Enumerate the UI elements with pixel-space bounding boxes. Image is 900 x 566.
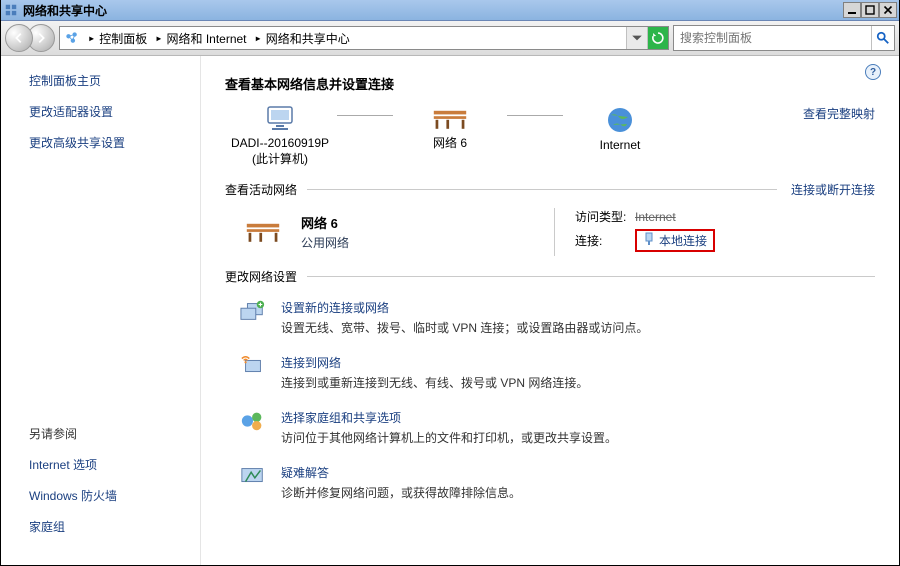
topo-computer-name: DADI--20160919P	[231, 136, 329, 150]
active-network-name: 网络 6	[301, 213, 349, 232]
search-button[interactable]	[871, 26, 894, 50]
sidebar-link-control-panel-home[interactable]: 控制面板主页	[29, 72, 200, 89]
sidebar-link-homegroup[interactable]: 家庭组	[29, 518, 200, 535]
active-network-type[interactable]: 公用网络	[301, 234, 349, 251]
setting-title[interactable]: 疑难解答	[281, 464, 521, 481]
active-network-row: 网络 6 公用网络 访问类型: Internet 连接:	[245, 208, 875, 256]
refresh-button[interactable]	[647, 27, 668, 49]
sidebar-link-advanced-sharing[interactable]: 更改高级共享设置	[29, 134, 200, 151]
topo-link-line	[507, 115, 563, 116]
back-button[interactable]	[5, 24, 33, 52]
access-type-value: Internet	[635, 210, 676, 224]
search-input[interactable]	[674, 31, 871, 45]
globe-icon	[605, 105, 635, 138]
connection-link-highlight: 本地连接	[635, 229, 715, 252]
breadcrumb-label: 网络和共享中心	[266, 30, 350, 47]
connect-network-icon	[239, 354, 267, 378]
setting-desc: 设置无线、宽带、拨号、临时或 VPN 连接；或设置路由器或访问点。	[281, 319, 648, 336]
ethernet-plug-icon	[643, 232, 655, 249]
connection-label: 连接:	[575, 232, 635, 249]
setting-item-homegroup: 选择家庭组和共享选项 访问位于其他网络计算机上的文件和打印机，或更改共享设置。	[239, 409, 875, 446]
topo-internet-name: Internet	[600, 138, 641, 152]
change-settings-section: 更改网络设置 设置新的连接或网络 设置无线、宽带、拨号、临时或 VPN 连接；或…	[225, 268, 875, 501]
topo-network-name: 网络 6	[433, 134, 467, 151]
connect-disconnect-link[interactable]: 连接或断开连接	[791, 181, 875, 198]
breadcrumb-label: 控制面板	[99, 30, 147, 47]
view-full-map-link[interactable]: 查看完整映射	[803, 105, 875, 122]
troubleshoot-icon	[239, 464, 267, 488]
main-pane: ? 查看基本网络信息并设置连接 DADI--20160919P (此计算机) 网…	[201, 56, 899, 565]
nav-arrows	[5, 24, 55, 52]
setting-item-troubleshoot: 疑难解答 诊断并修复网络问题，或获得故障排除信息。	[239, 464, 875, 501]
sidebar-link-change-adapter[interactable]: 更改适配器设置	[29, 103, 200, 120]
bench-icon	[245, 218, 281, 247]
navbar: ▸控制面板 ▸网络和 Internet ▸网络和共享中心	[1, 21, 899, 56]
breadcrumb[interactable]: ▸网络和 Internet	[151, 30, 246, 47]
content-body: 控制面板主页 更改适配器设置 更改高级共享设置 另请参阅 Internet 选项…	[1, 56, 899, 565]
computer-icon	[264, 105, 296, 136]
setting-title[interactable]: 连接到网络	[281, 354, 588, 371]
setting-item-connect: 连接到网络 连接到或重新连接到无线、有线、拨号或 VPN 网络连接。	[239, 354, 875, 391]
setting-desc: 诊断并修复网络问题，或获得故障排除信息。	[281, 484, 521, 501]
system-menu-icon[interactable]	[1, 0, 21, 20]
close-button[interactable]	[879, 2, 897, 18]
minimize-button[interactable]	[843, 2, 861, 18]
breadcrumb-label: 网络和 Internet	[166, 30, 246, 47]
setting-title[interactable]: 选择家庭组和共享选项	[281, 409, 617, 426]
access-type-label: 访问类型:	[575, 208, 635, 225]
address-dropdown-button[interactable]	[626, 27, 647, 49]
topo-link-line	[337, 115, 393, 116]
sidebar: 控制面板主页 更改适配器设置 更改高级共享设置 另请参阅 Internet 选项…	[1, 56, 201, 565]
page-heading: 查看基本网络信息并设置连接	[225, 74, 875, 93]
sidebar-see-also-heading: 另请参阅	[1, 425, 200, 442]
breadcrumb[interactable]: ▸网络和共享中心	[251, 30, 350, 47]
bench-icon	[432, 105, 468, 134]
help-button[interactable]: ?	[865, 64, 881, 80]
active-networks-heading: 查看活动网络 连接或断开连接	[225, 181, 875, 198]
local-connection-link[interactable]: 本地连接	[659, 232, 707, 249]
maximize-button[interactable]	[861, 2, 879, 18]
setting-item-new-connection: 设置新的连接或网络 设置无线、宽带、拨号、临时或 VPN 连接；或设置路由器或访…	[239, 299, 875, 336]
address-bar[interactable]: ▸控制面板 ▸网络和 Internet ▸网络和共享中心	[59, 26, 669, 50]
setting-desc: 访问位于其他网络计算机上的文件和打印机，或更改共享设置。	[281, 429, 617, 446]
search-box[interactable]	[673, 25, 895, 51]
network-topology: DADI--20160919P (此计算机) 网络 6 Internet	[225, 105, 875, 167]
sidebar-link-windows-firewall[interactable]: Windows 防火墙	[29, 487, 200, 504]
setting-desc: 连接到或重新连接到无线、有线、拨号或 VPN 网络连接。	[281, 374, 588, 391]
window-controls	[843, 2, 897, 18]
window-title: 网络和共享中心	[21, 2, 843, 19]
topo-computer-sub: (此计算机)	[252, 150, 308, 167]
change-settings-heading: 更改网络设置	[225, 268, 297, 285]
network-center-icon	[64, 30, 80, 46]
network-details: 访问类型: Internet 连接: 本地连接	[554, 208, 875, 256]
homegroup-icon	[239, 409, 267, 433]
window: 网络和共享中心	[0, 0, 900, 566]
sidebar-link-internet-options[interactable]: Internet 选项	[29, 456, 200, 473]
new-connection-icon	[239, 299, 267, 323]
breadcrumb[interactable]: ▸控制面板	[84, 30, 147, 47]
titlebar: 网络和共享中心	[1, 0, 899, 21]
setting-title[interactable]: 设置新的连接或网络	[281, 299, 648, 316]
